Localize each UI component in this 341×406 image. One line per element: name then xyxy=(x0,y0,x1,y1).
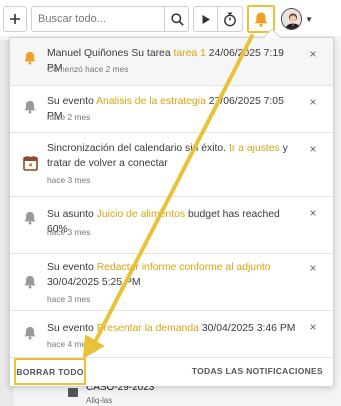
notification-middle: Su evento xyxy=(47,262,97,273)
notification-middle: Su evento xyxy=(47,96,97,107)
play-icon xyxy=(202,14,210,24)
avatar xyxy=(281,8,303,30)
notification-time: Comenzó hace 2 mes xyxy=(47,64,129,74)
bell-icon xyxy=(22,50,38,66)
chevron-down-icon: ▼ xyxy=(305,14,313,24)
close-icon[interactable]: × xyxy=(307,262,319,274)
bell-icon xyxy=(22,274,38,290)
notification-item[interactable]: Su evento Presentar la demanda 30/04/202… xyxy=(10,311,333,358)
notification-suffix: 30/04/2025 5:25 PM xyxy=(47,277,141,288)
notification-text: Su evento Redactar informe conforme al a… xyxy=(47,260,299,290)
notification-link[interactable]: Presentar la demanda xyxy=(97,323,199,334)
briefcase-icon xyxy=(68,388,78,397)
notification-middle: Sincronización del calendario sin éxito. xyxy=(47,143,229,154)
close-icon[interactable]: × xyxy=(307,96,319,108)
bell-icon xyxy=(22,99,38,115)
notification-time: hace 2 mes xyxy=(47,112,91,122)
search-box xyxy=(31,6,189,32)
calendar-icon xyxy=(22,155,38,171)
search-icon xyxy=(170,12,184,26)
notification-time: hace 4 mes xyxy=(47,339,91,349)
notification-time: hace 3 mes xyxy=(47,294,91,304)
notification-link[interactable]: Redactar informe conforme al adjunto xyxy=(97,262,271,273)
notification-time: hace 3 mes xyxy=(47,227,91,237)
notification-item[interactable]: Sincronización del calendario sin éxito.… xyxy=(10,133,333,197)
bell-icon xyxy=(22,325,38,341)
close-icon[interactable]: × xyxy=(307,321,319,333)
timer-button[interactable] xyxy=(217,6,243,32)
notification-time: hace 3 mes xyxy=(47,175,91,185)
close-icon[interactable]: × xyxy=(307,207,319,219)
top-toolbar: ▼ xyxy=(0,0,341,36)
user-menu[interactable]: ▼ xyxy=(281,7,313,31)
play-button[interactable] xyxy=(193,6,217,32)
notification-item[interactable]: Su evento Analisis de la estrategia 27/0… xyxy=(10,86,333,133)
notification-text: Su evento Presentar la demanda 30/04/202… xyxy=(47,321,299,336)
add-button[interactable] xyxy=(3,6,27,32)
notification-item[interactable]: Su evento Redactar informe conforme al a… xyxy=(10,254,333,311)
stopwatch-icon xyxy=(224,12,236,26)
bell-icon xyxy=(254,12,268,27)
close-icon[interactable]: × xyxy=(307,143,319,155)
case-subtitle: Aliq-las xyxy=(86,396,113,405)
notification-item[interactable]: Su asunto Juicio de alimentos budget has… xyxy=(10,197,333,254)
all-notifications-link[interactable]: TODAS LAS NOTIFICACIONES xyxy=(192,366,323,376)
notification-middle: Su evento xyxy=(47,323,97,334)
search-button[interactable] xyxy=(164,7,189,31)
clear-all-button[interactable]: BORRAR TODO xyxy=(14,358,86,385)
notification-link[interactable]: Ir a ajustes xyxy=(229,143,280,154)
notification-link[interactable]: Analisis de la estrategia xyxy=(96,96,206,107)
user-avatar-icon xyxy=(282,9,302,29)
notification-author: Manuel Quiñones xyxy=(47,48,129,59)
notification-text: Sincronización del calendario sin éxito.… xyxy=(47,141,299,171)
notification-middle: Su asunto xyxy=(47,209,97,220)
notification-item[interactable]: Manuel Quiñones Su tarea tarea 1 24/06/2… xyxy=(10,38,333,86)
notification-suffix: 30/04/2025 3:46 PM xyxy=(198,323,296,334)
notification-link[interactable]: Juicio de alimentos xyxy=(97,209,185,220)
bell-icon xyxy=(22,210,38,226)
plus-icon xyxy=(10,14,20,24)
close-icon[interactable]: × xyxy=(307,48,319,60)
notification-middle: Su tarea xyxy=(128,48,174,59)
search-input[interactable] xyxy=(32,7,162,31)
popup-footer: BORRAR TODO TODAS LAS NOTIFICACIONES xyxy=(10,358,333,386)
notifications-popup: Manuel Quiñones Su tarea tarea 1 24/06/2… xyxy=(9,28,334,386)
notification-link[interactable]: tarea 1 xyxy=(174,48,206,59)
